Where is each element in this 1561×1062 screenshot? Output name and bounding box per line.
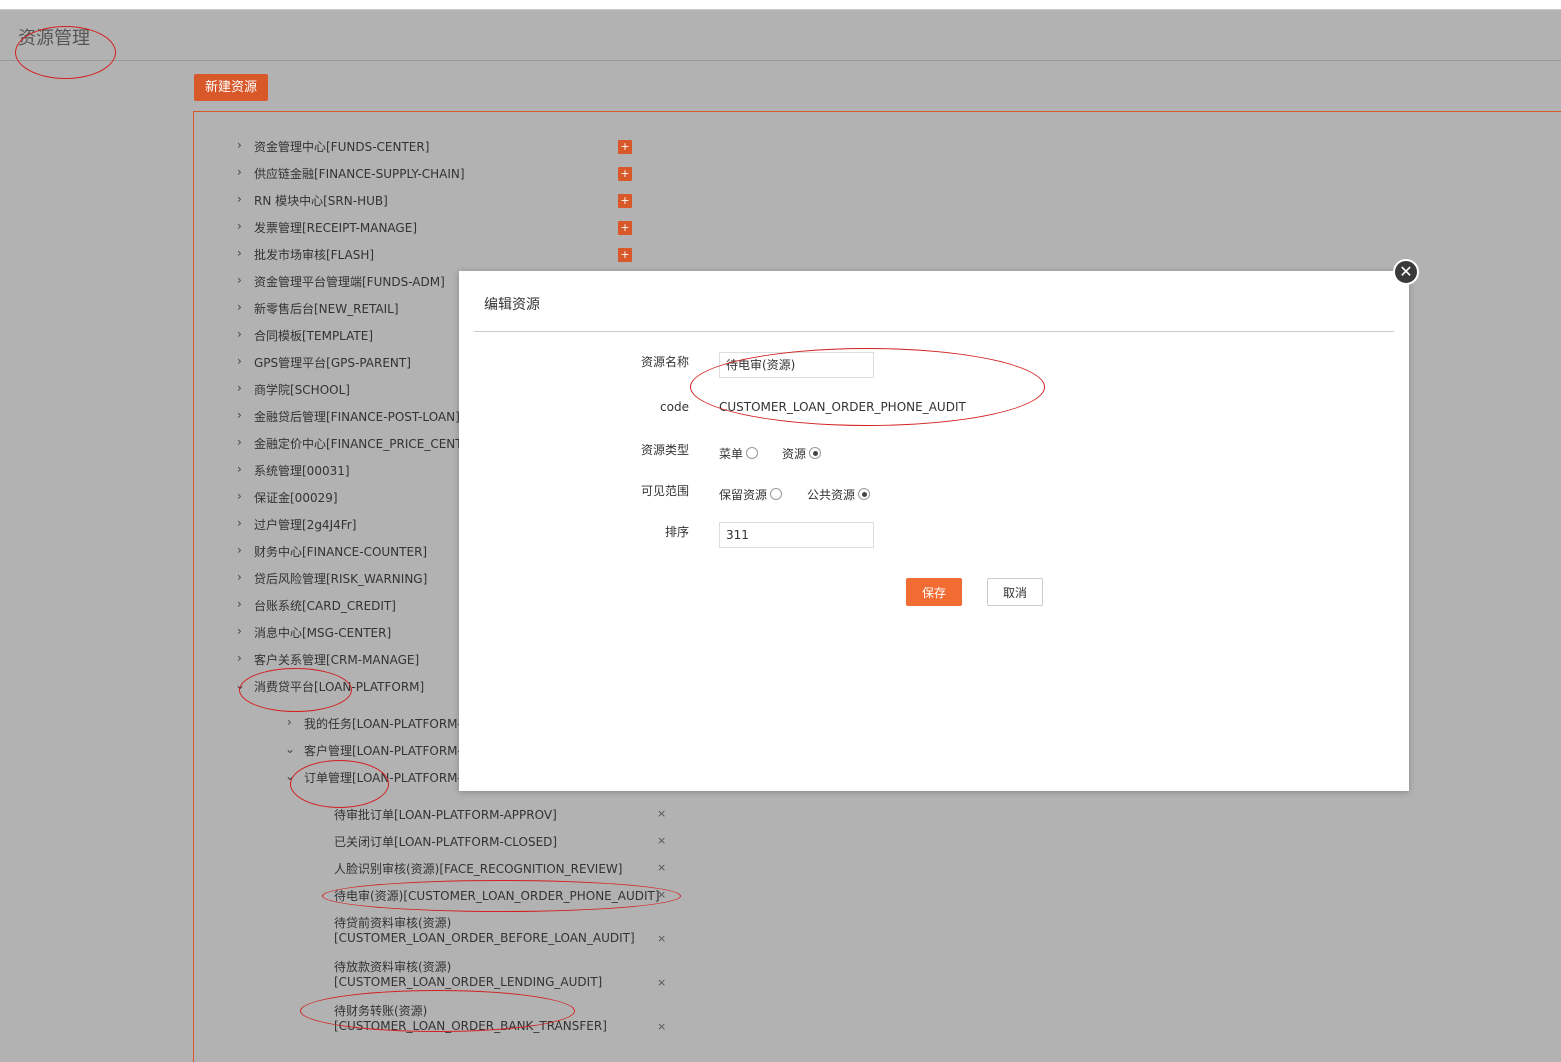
add-child-button[interactable]: +	[618, 221, 632, 235]
tree-item[interactable]: 商学院[SCHOOL]	[254, 381, 350, 398]
chevron-right-icon[interactable]: ›	[237, 354, 242, 368]
delete-icon[interactable]: ×	[657, 932, 666, 945]
add-child-button[interactable]: +	[618, 194, 632, 208]
scope-reserved-radio[interactable]	[770, 488, 783, 500]
type-option-resource-label: 资源	[782, 447, 807, 461]
annotation-ellipse-loan-platform	[239, 668, 352, 712]
tree-item[interactable]: 资金管理平台管理端[FUNDS-ADM]	[254, 273, 445, 290]
tree-leaf-code[interactable]: [CUSTOMER_LOAN_ORDER_BEFORE_LOAN_AUDIT]	[334, 931, 635, 945]
tree-item[interactable]: 资金管理中心[FUNDS-CENTER]	[254, 138, 429, 155]
chevron-right-icon[interactable]: ›	[237, 543, 242, 557]
delete-icon[interactable]: ×	[657, 976, 666, 989]
scope-option-reserved-label: 保留资源	[719, 488, 768, 502]
modal-title: 编辑资源	[484, 297, 540, 313]
chevron-right-icon[interactable]: ›	[237, 327, 242, 341]
chevron-right-icon[interactable]: ›	[237, 192, 242, 206]
type-option-menu[interactable]: 菜单	[719, 445, 759, 462]
tree-leaf-code[interactable]: [CUSTOMER_LOAN_ORDER_LENDING_AUDIT]	[334, 975, 602, 989]
tree-item[interactable]: 金融贷后管理[FINANCE-POST-LOAN]	[254, 408, 460, 425]
resource-type-label: 资源类型	[640, 443, 689, 457]
chevron-right-icon[interactable]: ›	[237, 300, 242, 314]
chevron-right-icon[interactable]: ›	[237, 435, 242, 449]
annotation-ellipse-bank-transfer	[300, 990, 575, 1032]
chevron-right-icon[interactable]: ›	[237, 165, 242, 179]
chevron-right-icon[interactable]: ›	[237, 651, 242, 665]
chevron-right-icon[interactable]: ›	[237, 381, 242, 395]
tree-leaf-item[interactable]: 已关闭订单[LOAN-PLATFORM-CLOSED]	[334, 833, 557, 850]
chevron-right-icon[interactable]: ›	[237, 489, 242, 503]
scope-public-radio[interactable]	[858, 488, 871, 500]
tree-item[interactable]: 发票管理[RECEIPT-MANAGE]	[254, 219, 417, 236]
chevron-right-icon[interactable]: ›	[237, 570, 242, 584]
scope-option-public-label: 公共资源	[807, 488, 856, 502]
tree-leaf-item[interactable]: 待放款资料审核(资源)	[334, 958, 451, 975]
code-label: code	[660, 400, 689, 414]
add-child-button[interactable]: +	[618, 140, 632, 154]
tree-item[interactable]: 台账系统[CARD_CREDIT]	[254, 597, 396, 614]
type-option-resource[interactable]: 资源	[782, 445, 822, 462]
cancel-button[interactable]: 取消	[987, 578, 1043, 606]
tree-item[interactable]: 客户关系管理[CRM-MANAGE]	[254, 651, 419, 668]
chevron-right-icon[interactable]: ›	[237, 408, 242, 422]
tree-item[interactable]: 保证金[00029]	[254, 489, 338, 506]
save-button[interactable]: 保存	[906, 578, 962, 606]
scope-option-reserved[interactable]: 保留资源	[719, 486, 783, 503]
top-bar	[0, 0, 1561, 10]
tree-item[interactable]: 贷后风险管理[RISK_WARNING]	[254, 570, 427, 587]
tree-leaf-item[interactable]: 待审批订单[LOAN-PLATFORM-APPROV]	[334, 806, 557, 823]
tree-child-item[interactable]: 我的任务[LOAN-PLATFORM-M	[304, 715, 472, 732]
tree-leaf-item[interactable]: 人脸识别审核(资源)[FACE_RECOGNITION_REVIEW]	[334, 860, 622, 877]
chevron-right-icon[interactable]: ›	[237, 462, 242, 476]
close-icon[interactable]: ✕	[1393, 259, 1419, 285]
tree-item[interactable]: 系统管理[00031]	[254, 462, 350, 479]
tree-item[interactable]: GPS管理平台[GPS-PARENT]	[254, 354, 411, 371]
annotation-ellipse-page-title	[15, 26, 116, 79]
tree-child-item[interactable]: 客户管理[LOAN-PLATFORM-C	[304, 742, 470, 759]
chevron-right-icon[interactable]: ›	[237, 219, 242, 233]
chevron-down-icon[interactable]: ⌄	[285, 742, 295, 756]
tree-item[interactable]: 消息中心[MSG-CENTER]	[254, 624, 391, 641]
type-option-menu-label: 菜单	[719, 447, 744, 461]
tree-item[interactable]: 合同模板[TEMPLATE]	[254, 327, 373, 344]
add-child-button[interactable]: +	[618, 248, 632, 262]
title-divider	[0, 60, 1561, 61]
resource-name-label: 资源名称	[640, 355, 689, 369]
tree-item[interactable]: 财务中心[FINANCE-COUNTER]	[254, 543, 427, 560]
delete-icon[interactable]: ×	[657, 807, 666, 820]
delete-icon[interactable]: ×	[657, 861, 666, 874]
chevron-right-icon[interactable]: ›	[237, 624, 242, 638]
edit-resource-modal: 编辑资源 资源名称 待电审(资源) code CUSTOMER_LOAN_ORD…	[459, 271, 1409, 791]
type-menu-radio[interactable]	[746, 447, 759, 459]
delete-icon[interactable]: ×	[657, 834, 666, 847]
tree-item[interactable]: 新零售后台[NEW_RETAIL]	[254, 300, 399, 317]
sort-label: 排序	[664, 525, 689, 539]
visibility-label: 可见范围	[640, 484, 689, 498]
tree-item[interactable]: 金融定价中心[FINANCE_PRICE_CENTER	[254, 435, 479, 452]
type-resource-radio[interactable]	[809, 447, 822, 459]
annotation-ellipse-modal-fields	[690, 348, 1045, 426]
new-resource-button[interactable]: 新建资源	[194, 74, 269, 101]
tree-item[interactable]: 供应链金融[FINANCE-SUPPLY-CHAIN]	[254, 165, 465, 182]
chevron-right-icon[interactable]: ›	[237, 138, 242, 152]
chevron-right-icon[interactable]: ›	[287, 715, 292, 729]
annotation-ellipse-order-manage	[290, 760, 389, 808]
annotation-ellipse-phone-audit	[322, 880, 681, 912]
delete-icon[interactable]: ×	[657, 1020, 666, 1033]
chevron-right-icon[interactable]: ›	[237, 597, 242, 611]
sort-input[interactable]: 311	[719, 522, 874, 548]
chevron-right-icon[interactable]: ›	[237, 246, 242, 260]
tree-item[interactable]: 过户管理[2g4J4Fr]	[254, 516, 356, 533]
chevron-right-icon[interactable]: ›	[237, 516, 242, 530]
add-child-button[interactable]: +	[618, 167, 632, 181]
tree-leaf-item[interactable]: 待贷前资料审核(资源)	[334, 914, 451, 931]
chevron-right-icon[interactable]: ›	[237, 273, 242, 287]
scope-option-public[interactable]: 公共资源	[807, 486, 871, 503]
tree-item[interactable]: RN 模块中心[SRN-HUB]	[254, 192, 388, 209]
tree-item[interactable]: 批发市场审核[FLASH]	[254, 246, 374, 263]
modal-divider	[474, 331, 1394, 332]
